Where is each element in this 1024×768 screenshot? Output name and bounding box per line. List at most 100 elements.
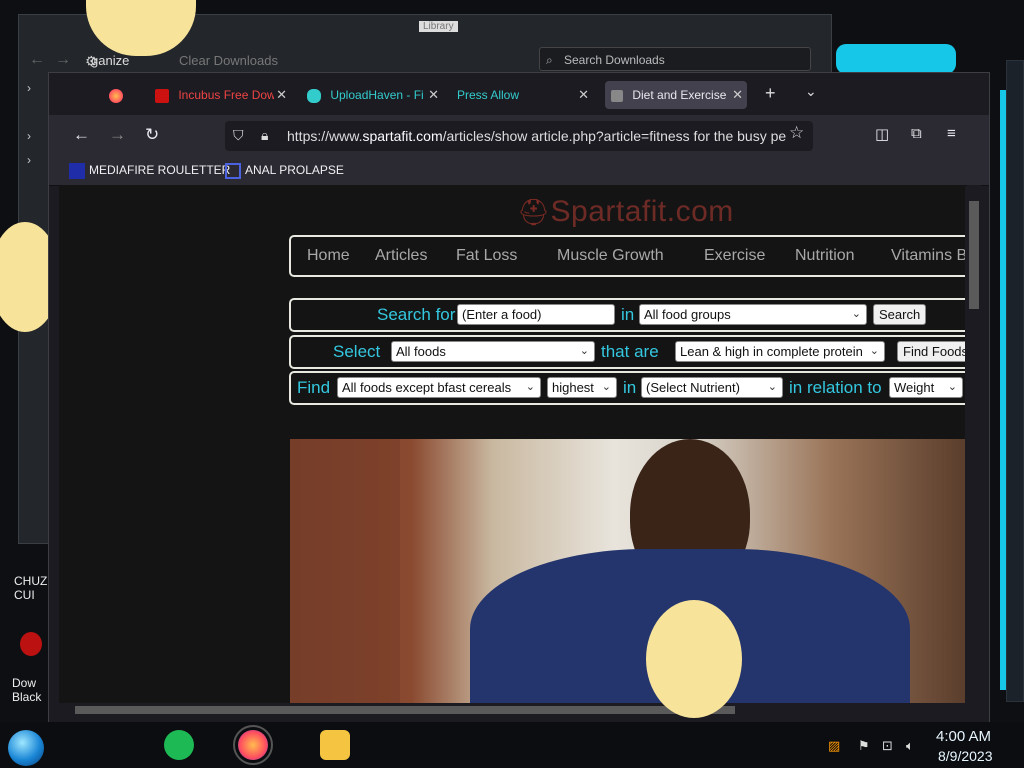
bookmark-mediafire-rouletter[interactable]: MEDIAFIRE ROULETTER [69, 163, 230, 179]
nav-vitamins[interactable]: Vitamins B [891, 247, 965, 265]
search-button[interactable]: Search [873, 304, 927, 325]
site-navigation: Home Articles Fat Loss Muscle Growth Exe… [289, 235, 965, 277]
chevron-right-icon[interactable]: › [27, 81, 31, 95]
vertical-scrollbar[interactable] [967, 185, 981, 703]
tab-label: Press Allow [457, 88, 520, 102]
desktop-frame-decoration [1006, 60, 1024, 702]
cartoon-sticker [646, 600, 742, 718]
network-icon[interactable]: ⊡ [882, 738, 893, 754]
nav-fat-loss[interactable]: Fat Loss [456, 247, 517, 265]
chevron-right-icon[interactable]: › [27, 153, 31, 167]
clear-downloads-button[interactable]: Clear Downloads [179, 53, 278, 68]
in-relation-to-label: in relation to [789, 378, 882, 397]
spotify-taskbar-button[interactable] [164, 730, 194, 760]
close-icon[interactable]: ✕ [276, 81, 287, 109]
nav-home[interactable]: Home [307, 247, 350, 265]
bookmark-folder-icon [225, 163, 241, 179]
reload-icon[interactable]: ↻ [145, 125, 159, 145]
chevron-down-icon[interactable]: ⌄ [805, 83, 817, 100]
desktop-icon[interactable]: CHUZ CUI [14, 550, 47, 602]
search-downloads-input[interactable]: ⌕ Search Downloads [539, 47, 811, 71]
new-tab-plus-icon[interactable]: + [765, 83, 776, 104]
in-label: in [621, 305, 635, 324]
select-label: Select [333, 342, 381, 361]
site-logo[interactable]: ⛑︎Spartafit.com [517, 195, 734, 229]
volume-icon[interactable]: 🔈︎ [906, 738, 914, 754]
bookmark-label: MEDIAFIRE ROULETTER [89, 163, 231, 178]
firefox-taskbar-button[interactable] [233, 725, 273, 765]
url-host: spartafit.com [362, 128, 443, 144]
nav-nutrition[interactable]: Nutrition [795, 247, 855, 265]
food-scope-select[interactable]: All foods except bfast cereals ⌄ [337, 377, 541, 398]
incubus-icon [155, 88, 169, 103]
back-arrow-icon[interactable]: ← [73, 125, 90, 145]
organize-menu[interactable]: ganize [91, 53, 129, 68]
tab-label: Incubus Free Dow [178, 88, 275, 102]
tab-bar: Incubus Free Dow ✕ UploadHaven - Fi ✕ Pr… [49, 73, 989, 115]
scrollbar-thumb[interactable] [75, 706, 735, 714]
nutrient-select[interactable]: (Select Nutrient) ⌄ [641, 377, 783, 398]
browser-window: Incubus Free Dow ✕ UploadHaven - Fi ✕ Pr… [48, 72, 990, 724]
forward-arrow-icon[interactable]: → [55, 51, 71, 69]
nav-exercise[interactable]: Exercise [704, 247, 765, 265]
web-page: ⛑︎Spartafit.com Home Articles Fat Loss M… [59, 185, 965, 703]
clock-date[interactable]: 8/9/2023 [938, 748, 993, 764]
find-foods-button[interactable]: Find Foods [897, 341, 965, 362]
url-text: https://www.spartafit.com/articles/show … [287, 128, 786, 144]
lock-icon[interactable]: 🔒︎ [261, 127, 268, 144]
in-label: in [623, 378, 637, 397]
food-search-row: Search for (Enter a food) in All food gr… [289, 298, 965, 332]
tab-uploadhaven[interactable]: UploadHaven - Fi ✕ [307, 81, 443, 109]
rank-select[interactable]: highest ⌄ [547, 377, 617, 398]
nav-articles[interactable]: Articles [375, 247, 427, 265]
chevron-down-icon: ⌄ [601, 381, 611, 393]
tab-firefox-home[interactable] [109, 81, 139, 109]
relation-select[interactable]: Weight ⌄ [889, 377, 963, 398]
bookmarks-toolbar: MEDIAFIRE ROULETTER ANAL PROLAPSE [49, 157, 989, 186]
horizontal-scrollbar[interactable] [59, 703, 965, 717]
menu-hamburger-icon[interactable]: ≡ [947, 125, 956, 142]
logo-text: Spartafit.com [550, 195, 734, 228]
close-icon[interactable]: ✕ [428, 81, 439, 109]
extensions-icon[interactable]: ⧉ [911, 125, 922, 142]
tray-app-icon[interactable]: ▨ [828, 738, 840, 754]
food-search-input[interactable]: (Enter a food) [457, 304, 615, 325]
start-button[interactable] [8, 730, 44, 766]
back-arrow-icon[interactable]: ← [29, 51, 45, 69]
desktop-icon-image [20, 632, 42, 656]
bookmark-anal-prolapse[interactable]: ANAL PROLAPSE [225, 163, 344, 179]
nav-muscle-growth[interactable]: Muscle Growth [557, 247, 664, 265]
spartan-helmet-icon: ⛑︎ [517, 197, 551, 227]
rank-value: highest [552, 380, 594, 395]
food-search-value: (Enter a food) [462, 307, 542, 322]
url-path: /articles/show article.php?article=fitne… [442, 128, 787, 144]
file-explorer-taskbar-button[interactable] [320, 730, 350, 760]
scrollbar-thumb[interactable] [969, 201, 979, 309]
food-property-select[interactable]: Lean & high in complete protein ⌄ [675, 341, 885, 362]
close-icon[interactable]: ✕ [732, 81, 743, 109]
bookmark-star-icon[interactable]: ☆ [789, 123, 804, 143]
food-filter-select[interactable]: All foods ⌄ [391, 341, 595, 362]
chevron-down-icon: ⌄ [579, 345, 589, 357]
action-center-flag-icon[interactable]: ⚑ [858, 738, 870, 754]
find-label: Find [297, 378, 331, 397]
chevron-right-icon[interactable]: › [27, 129, 31, 143]
url-prefix: https://www. [287, 128, 363, 144]
navigation-bar: ← → ↻ ⛉ 🔒︎ https://www.spartafit.com/art… [49, 115, 989, 157]
bookmark-label: ANAL PROLAPSE [245, 163, 344, 178]
forward-arrow-icon[interactable]: → [109, 125, 126, 145]
pocket-icon[interactable]: ◫ [875, 125, 889, 143]
close-icon[interactable]: ✕ [578, 81, 589, 109]
chevron-down-icon: ⌄ [767, 381, 777, 393]
chevron-down-icon: ⌄ [869, 345, 879, 357]
url-bar[interactable]: ⛉ 🔒︎ https://www.spartafit.com/articles/… [225, 121, 813, 151]
clock-time[interactable]: 4:00 AM [936, 728, 991, 745]
shield-icon[interactable]: ⛉ [233, 127, 244, 144]
tab-diet-exercise[interactable]: Diet and Exercise, ✕ [605, 81, 747, 109]
tab-incubus[interactable]: Incubus Free Dow ✕ [155, 81, 291, 109]
that-are-label: that are [601, 342, 659, 361]
food-group-value: All food groups [644, 307, 731, 322]
food-group-select[interactable]: All food groups ⌄ [639, 304, 867, 325]
desktop-icon[interactable]: Dow Black [12, 632, 42, 704]
tab-press-allow[interactable]: Press Allow ✕ [457, 81, 593, 109]
